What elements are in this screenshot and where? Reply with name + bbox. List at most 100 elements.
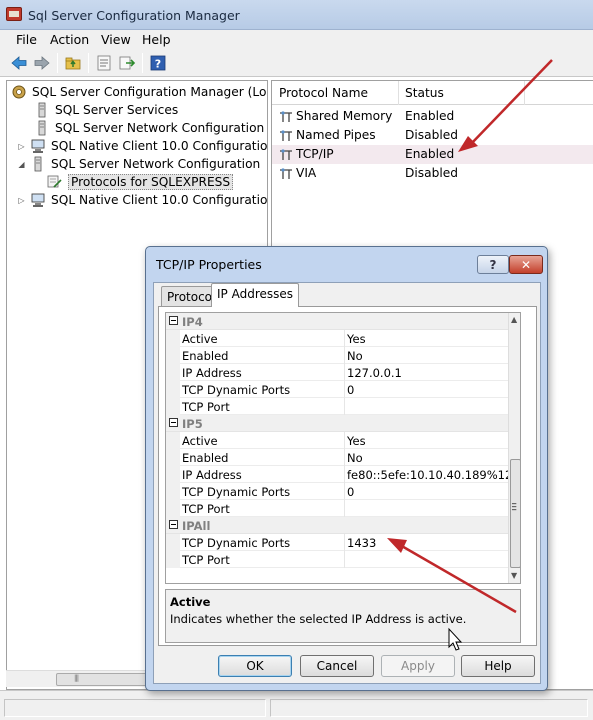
tree-item-services[interactable]: SQL Server Services (34, 101, 178, 119)
protocols-icon (47, 174, 63, 190)
back-icon[interactable] (10, 54, 28, 72)
expand-arrow-icon[interactable]: ▷ (17, 196, 26, 205)
grip-icon: ━ ━ ━ (512, 500, 517, 514)
menu-bar: File Action View Help (0, 30, 593, 49)
description-title: Active (170, 595, 211, 609)
dialog-body: Protocol IP Addresses IP4 Active Yes Enab… (153, 282, 541, 684)
help-icon[interactable]: ? (149, 54, 167, 72)
collapse-icon[interactable] (169, 418, 178, 427)
tree-item-protocols-sqlexpress[interactable]: Protocols for SQLEXPRESS (47, 173, 234, 191)
status-bar (0, 690, 593, 720)
property-grid[interactable]: IP4 Active Yes Enabled No IP Address 127.0.… (165, 312, 521, 584)
tree-item-label: SQL Native Client 10.0 Configuration (32… (51, 139, 268, 153)
tree-item-label: SQL Server Network Configuration (51, 157, 261, 171)
dialog-help-button[interactable]: ? (477, 255, 509, 274)
forward-icon[interactable] (33, 54, 51, 72)
section-ipall[interactable]: IPAll (166, 517, 508, 534)
menu-file[interactable]: File (16, 32, 37, 47)
menu-help[interactable]: Help (142, 32, 171, 47)
properties-icon[interactable] (95, 54, 113, 72)
grid-vertical-scrollbar[interactable]: ▲ ━ ━ ━ ▼ (508, 313, 520, 583)
dialog-title: TCP/IP Properties (156, 257, 262, 272)
menu-action[interactable]: Action (50, 32, 89, 47)
property-row[interactable]: IP Address fe80::5efe:10.10.40.189%12 (166, 466, 512, 483)
status-pane (4, 699, 266, 717)
tab-ip-addresses[interactable]: IP Addresses (211, 283, 300, 307)
property-row[interactable]: Enabled No (166, 449, 508, 466)
help-button[interactable]: Help (461, 655, 535, 677)
section-ip4[interactable]: IP4 (166, 313, 508, 330)
collapse-icon[interactable] (169, 316, 178, 325)
expand-arrow-icon[interactable]: ▷ (17, 142, 26, 151)
computer-icon (30, 138, 46, 154)
tree-item-label: SQL Server Network Configuration (32bit (55, 121, 267, 135)
scroll-up-icon[interactable]: ▲ (511, 315, 517, 324)
property-row[interactable]: IP Address 127.0.0.1 (166, 364, 508, 381)
tree-item-label: SQL Server Services (55, 103, 179, 117)
tree-item-network-config[interactable]: ◢ SQL Server Network Configuration (17, 155, 260, 173)
tcpip-properties-dialog: TCP/IP Properties ? ✕ Protocol IP Addres… (145, 246, 548, 691)
svg-text:?: ? (155, 58, 161, 71)
protocol-row-tcp-ip[interactable]: TCP/IP Enabled (272, 145, 593, 164)
app-icon (6, 7, 22, 21)
property-row[interactable]: Active Yes (166, 330, 508, 347)
property-row[interactable]: Enabled No (166, 347, 508, 364)
toolbar: ? (0, 49, 593, 77)
protocol-icon (280, 168, 292, 179)
tree-item-label: SQL Native Client 10.0 Configuration (51, 193, 268, 207)
protocol-row-named-pipes[interactable]: Named Pipes Disabled (272, 126, 593, 145)
grip-icon: ||| (74, 674, 79, 682)
scroll-down-icon[interactable]: ▼ (511, 571, 517, 580)
up-folder-icon[interactable] (64, 54, 82, 72)
protocol-icon (280, 130, 292, 141)
protocol-row-shared-memory[interactable]: Shared Memory Enabled (272, 107, 593, 126)
protocol-status: Enabled (405, 147, 455, 161)
server-icon (30, 156, 46, 172)
cancel-button[interactable]: Cancel (300, 655, 374, 677)
section-ip5[interactable]: IP5 (166, 415, 508, 432)
property-description: Active Indicates whether the selected IP… (165, 589, 521, 643)
description-text: Indicates whether the selected IP Addres… (170, 612, 467, 626)
protocol-name: Shared Memory (296, 109, 393, 123)
window-title: Sql Server Configuration Manager (28, 8, 240, 23)
protocol-icon (280, 111, 292, 122)
property-row[interactable]: TCP Dynamic Ports 1433 (166, 534, 508, 551)
export-icon[interactable] (118, 54, 136, 72)
tree-item-label: Protocols for SQLEXPRESS (68, 174, 234, 190)
tree-item-root[interactable]: SQL Server Configuration Manager (Local) (11, 83, 268, 101)
ip-addresses-panel: IP4 Active Yes Enabled No IP Address 127.0.… (158, 306, 537, 646)
protocol-status: Disabled (405, 128, 458, 142)
protocol-name: VIA (296, 166, 317, 180)
protocol-status: Enabled (405, 109, 455, 123)
computer-icon (30, 192, 46, 208)
property-row[interactable]: TCP Dynamic Ports 0 (166, 381, 508, 398)
collapse-icon[interactable] (169, 520, 178, 529)
server-icon (34, 120, 50, 136)
protocol-name: TCP/IP (296, 147, 334, 161)
property-row[interactable]: Active Yes (166, 432, 508, 449)
menu-view[interactable]: View (101, 32, 131, 47)
collapse-arrow-icon[interactable]: ◢ (17, 160, 26, 169)
tree-item-label: SQL Server Configuration Manager (Local) (32, 85, 268, 99)
property-row[interactable]: TCP Port (166, 500, 508, 517)
title-bar: Sql Server Configuration Manager (0, 0, 593, 30)
protocol-status: Disabled (405, 166, 458, 180)
protocol-icon (280, 149, 292, 160)
protocol-row-via[interactable]: VIA Disabled (272, 164, 593, 183)
column-protocol-name[interactable]: Protocol Name (279, 86, 368, 100)
dialog-close-button[interactable]: ✕ (509, 255, 543, 274)
ok-button[interactable]: OK (218, 655, 292, 677)
list-header: Protocol Name Status (272, 81, 593, 105)
column-status[interactable]: Status (405, 86, 444, 100)
tree-item-native-client[interactable]: ▷ SQL Native Client 10.0 Configuration (17, 191, 268, 209)
protocol-name: Named Pipes (296, 128, 376, 142)
status-pane (270, 699, 588, 717)
property-row[interactable]: TCP Port (166, 398, 508, 415)
property-row[interactable]: TCP Port (166, 551, 508, 568)
tree-item-native-client-32[interactable]: ▷ SQL Native Client 10.0 Configuration (… (17, 137, 268, 155)
apply-button: Apply (381, 655, 455, 677)
property-row[interactable]: TCP Dynamic Ports 0 (166, 483, 508, 500)
tree-item-network-config-32[interactable]: SQL Server Network Configuration (32bit (34, 119, 267, 137)
config-manager-icon (11, 84, 27, 100)
server-icon (34, 102, 50, 118)
